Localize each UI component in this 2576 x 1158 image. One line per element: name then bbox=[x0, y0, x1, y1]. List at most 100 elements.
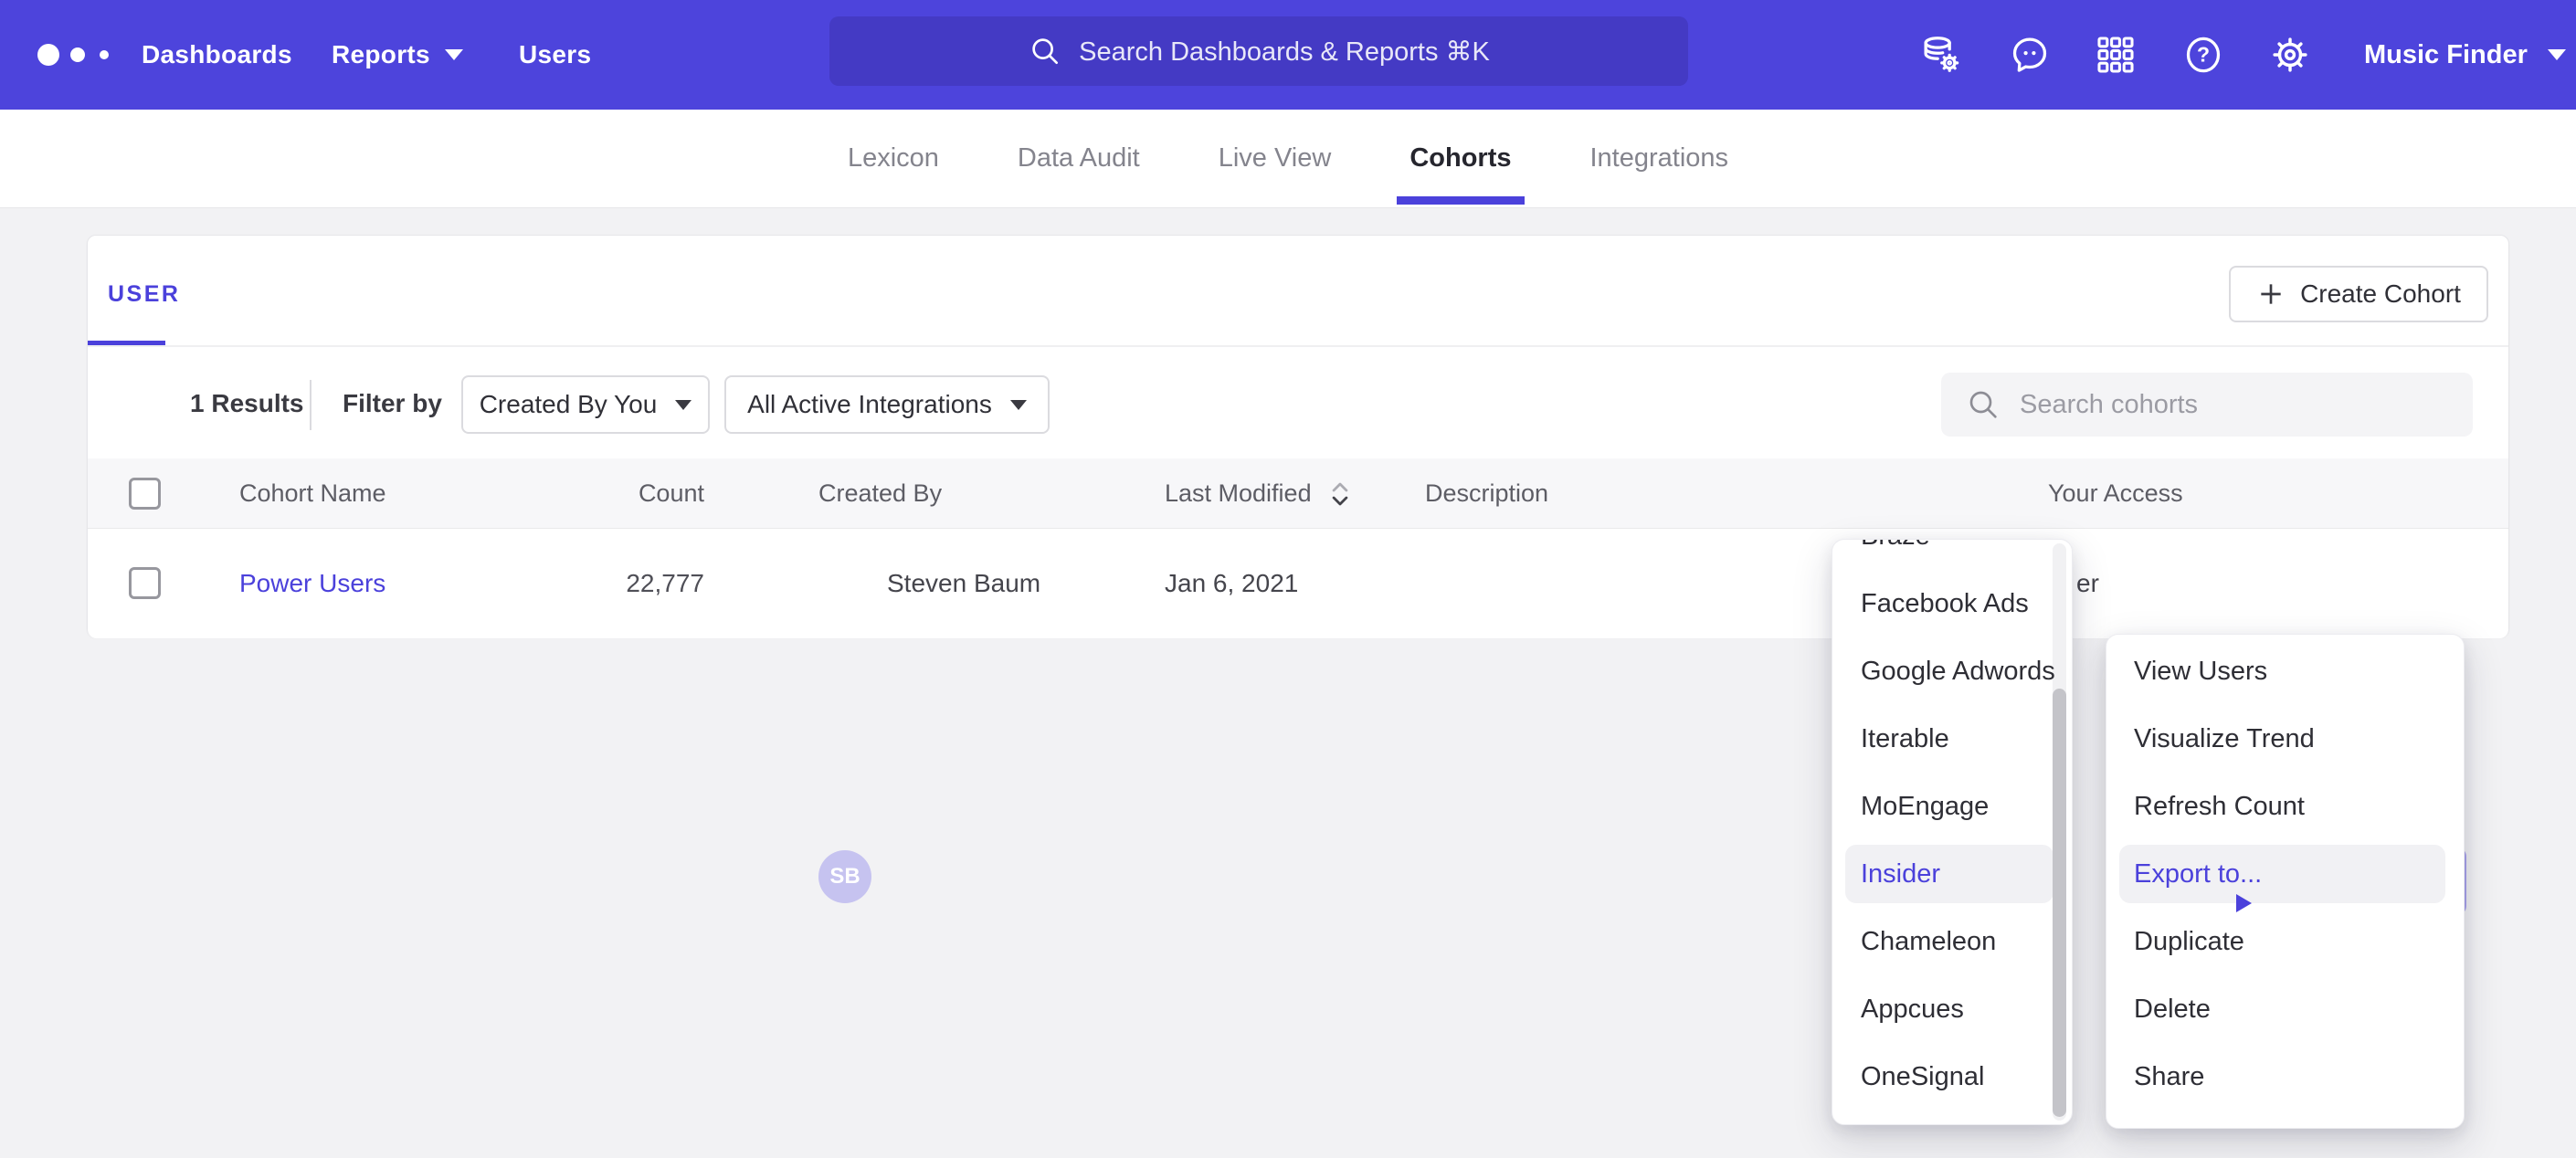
menu-item-delete[interactable]: Delete bbox=[2106, 975, 2464, 1043]
column-header-last-modified[interactable]: Last Modified bbox=[1165, 458, 1312, 529]
menu-item-label: View Users bbox=[2134, 657, 2267, 687]
menu-item-duplicate[interactable]: Duplicate bbox=[2106, 908, 2464, 975]
tab-live-view[interactable]: Live View bbox=[1219, 110, 1332, 208]
chevron-down-icon bbox=[1010, 400, 1027, 410]
menu-item-label: Visualize Trend bbox=[2134, 724, 2315, 754]
cohorts-panel: USER Create Cohort 1 Results Filter by C… bbox=[87, 235, 2509, 637]
settings-gear-icon[interactable] bbox=[2269, 34, 2311, 76]
cohort-type-tab-user[interactable]: USER bbox=[108, 281, 180, 311]
column-header-your-access[interactable]: Your Access bbox=[2048, 458, 2183, 529]
access-value-partial: er bbox=[2076, 529, 2099, 638]
tab-integrations[interactable]: Integrations bbox=[1590, 110, 1729, 208]
menu-item-label: Duplicate bbox=[2134, 927, 2244, 957]
column-header-count[interactable]: Count bbox=[581, 458, 704, 529]
table-row: Power Users 22,777 SB Steven Baum Jan 6,… bbox=[88, 529, 2508, 638]
project-switcher[interactable]: Music Finder bbox=[2364, 0, 2566, 110]
plus-icon bbox=[2256, 279, 2286, 309]
create-cohort-label: Create Cohort bbox=[2300, 279, 2461, 309]
create-cohort-button[interactable]: Create Cohort bbox=[2229, 266, 2488, 322]
divider bbox=[310, 380, 311, 430]
search-cohorts-placeholder: Search cohorts bbox=[2020, 390, 2198, 420]
chevron-down-icon bbox=[445, 49, 463, 60]
menu-item-braze[interactable]: Braze bbox=[1832, 539, 2072, 570]
menu-item-moengage[interactable]: MoEngage bbox=[1832, 773, 2072, 840]
menu-item-label: Iterable bbox=[1861, 724, 1949, 754]
tab-lexicon[interactable]: Lexicon bbox=[848, 110, 939, 208]
tab-label: Data Audit bbox=[1018, 143, 1140, 174]
project-name: Music Finder bbox=[2364, 40, 2528, 70]
nav-item-reports[interactable]: Reports bbox=[332, 0, 463, 110]
active-tab-underline bbox=[1397, 196, 1524, 205]
row-checkbox[interactable] bbox=[129, 567, 161, 599]
menu-item-refresh-count[interactable]: Refresh Count bbox=[2106, 773, 2464, 840]
menu-item-label: Facebook Ads bbox=[1861, 589, 2029, 619]
menu-item-label: Refresh Count bbox=[2134, 792, 2305, 822]
data-management-icon[interactable] bbox=[1920, 34, 1962, 76]
search-cohorts-input[interactable]: Search cohorts bbox=[1941, 373, 2473, 437]
nav-item-users[interactable]: Users bbox=[519, 0, 591, 110]
global-search-input[interactable]: Search Dashboards & Reports ⌘K bbox=[829, 16, 1688, 86]
menu-item-onesignal[interactable]: OneSignal bbox=[1832, 1043, 2072, 1111]
filter-dropdown-label: All Active Integrations bbox=[747, 390, 992, 419]
filter-dropdown-label: Created By You bbox=[480, 390, 658, 419]
scrollbar-thumb[interactable] bbox=[2053, 689, 2066, 1117]
menu-item-label: Share bbox=[2134, 1062, 2204, 1092]
nav-item-label: Reports bbox=[332, 40, 430, 69]
search-icon bbox=[1965, 386, 2001, 423]
sort-icon[interactable] bbox=[1327, 480, 1353, 508]
last-modified-date: Jan 6, 2021 bbox=[1165, 529, 1298, 638]
menu-item-label: Delete bbox=[2134, 995, 2211, 1025]
avatar: SB bbox=[818, 850, 871, 903]
nav-item-label: Dashboards bbox=[142, 40, 292, 69]
chevron-down-icon bbox=[2548, 49, 2566, 60]
menu-item-insider[interactable]: Insider bbox=[1832, 840, 2072, 908]
menu-item-label: Insider bbox=[1861, 859, 1940, 890]
created-by-name: Steven Baum bbox=[887, 529, 1040, 638]
menu-item-google-adwords[interactable]: Google Adwords bbox=[1832, 637, 2072, 705]
apps-grid-icon[interactable] bbox=[2095, 34, 2137, 76]
cohort-name-link[interactable]: Power Users bbox=[239, 529, 385, 638]
menu-item-label: OneSignal bbox=[1861, 1062, 1984, 1092]
svg-text:?: ? bbox=[2197, 43, 2210, 67]
tab-data-audit[interactable]: Data Audit bbox=[1018, 110, 1140, 208]
app-window: Dashboards Reports Users Search Dashboar… bbox=[0, 0, 2576, 1158]
menu-item-share[interactable]: Share bbox=[2106, 1043, 2464, 1111]
cohort-count: 22,777 bbox=[544, 529, 704, 638]
tab-cohorts[interactable]: Cohorts bbox=[1409, 110, 1511, 208]
menu-item-visualize-trend[interactable]: Visualize Trend bbox=[2106, 705, 2464, 773]
menu-item-iterable[interactable]: Iterable bbox=[1832, 705, 2072, 773]
feedback-icon[interactable] bbox=[2009, 34, 2051, 76]
select-all-checkbox[interactable] bbox=[129, 478, 161, 510]
menu-item-label: Google Adwords bbox=[1861, 657, 2055, 687]
actions-menu-list: View Users Visualize Trend Refresh Count… bbox=[2106, 635, 2464, 1111]
menu-item-label: Appcues bbox=[1861, 995, 1964, 1025]
menu-item-label: Chameleon bbox=[1861, 927, 1996, 957]
menu-item-label: MoEngage bbox=[1861, 792, 1989, 822]
top-navigation-bar: Dashboards Reports Users Search Dashboar… bbox=[0, 0, 2576, 110]
mixpanel-logo-icon[interactable] bbox=[37, 42, 119, 68]
column-header-created-by[interactable]: Created By bbox=[818, 458, 942, 529]
filter-created-by-dropdown[interactable]: Created By You bbox=[461, 375, 710, 434]
menu-item-facebook-ads[interactable]: Facebook Ads bbox=[1832, 570, 2072, 637]
menu-item-view-users[interactable]: View Users bbox=[2106, 637, 2464, 705]
column-header-cohort-name[interactable]: Cohort Name bbox=[239, 458, 386, 529]
tab-label: Cohorts bbox=[1409, 143, 1511, 174]
divider bbox=[88, 345, 2508, 347]
menu-item-chameleon[interactable]: Chameleon bbox=[1832, 908, 2072, 975]
menu-item-export-to[interactable]: Export to... bbox=[2106, 840, 2464, 908]
tab-label: Live View bbox=[1219, 143, 1332, 174]
submenu-arrow-icon bbox=[2236, 894, 2252, 912]
help-icon[interactable]: ? bbox=[2182, 34, 2224, 76]
nav-item-dashboards[interactable]: Dashboards bbox=[142, 0, 292, 110]
menu-item-appcues[interactable]: Appcues bbox=[1832, 975, 2072, 1043]
nav-item-label: Users bbox=[519, 40, 591, 69]
filter-integrations-dropdown[interactable]: All Active Integrations bbox=[724, 375, 1050, 434]
chevron-down-icon bbox=[675, 400, 692, 410]
export-menu-list: Braze Facebook Ads Google Adwords Iterab… bbox=[1832, 539, 2072, 1111]
tab-label: Lexicon bbox=[848, 143, 939, 174]
filter-by-label: Filter by bbox=[343, 389, 442, 418]
tab-label: Integrations bbox=[1590, 143, 1729, 174]
column-header-description[interactable]: Description bbox=[1425, 458, 1548, 529]
secondary-tabs: Lexicon Data Audit Live View Cohorts Int… bbox=[0, 110, 2576, 208]
menu-item-label: Export to... bbox=[2134, 859, 2262, 890]
